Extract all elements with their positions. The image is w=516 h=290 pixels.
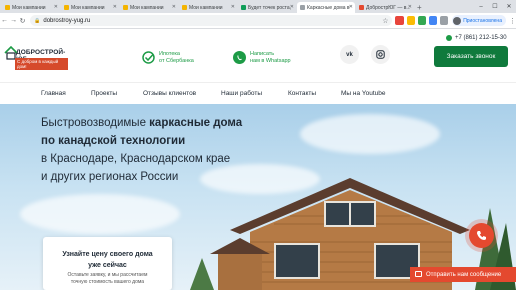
extension-icon[interactable] [440, 16, 449, 25]
cloud-decoration [20, 194, 180, 234]
logo[interactable]: ДОБРОСТРОЙ-ЮГ С добром в каждый дом! [4, 46, 68, 70]
browser-tab[interactable]: Мои кампании ✕ [120, 2, 178, 13]
forward-icon[interactable]: → [9, 17, 18, 24]
close-icon[interactable]: ✕ [349, 4, 353, 10]
tab-favicon-icon [182, 5, 187, 10]
close-icon[interactable]: ✕ [408, 4, 412, 10]
nav-item-our-works[interactable]: Наши работы [221, 90, 262, 97]
minimize-icon[interactable]: – [474, 0, 488, 13]
close-icon[interactable]: ✕ [290, 4, 294, 10]
browser-tab[interactable]: Будет точек роста, и...✕ [238, 2, 296, 13]
extension-icon[interactable] [406, 16, 415, 25]
nav-item-home[interactable]: Главная [41, 90, 66, 97]
tab-favicon-icon [359, 5, 364, 10]
url-text: dobrostroy-yug.ru [43, 17, 91, 24]
new-tab-button[interactable]: + [417, 2, 422, 13]
extension-icon[interactable] [395, 16, 404, 25]
browser-tab-active[interactable]: Каркасные дома в Б...✕ [297, 2, 355, 13]
back-icon[interactable]: ← [0, 17, 9, 24]
phone-number[interactable]: +7 (861) 212-15-30 [446, 35, 507, 41]
tab-favicon-icon [123, 5, 128, 10]
send-message-button[interactable]: Отправить нам сообщение [410, 267, 516, 282]
close-icon[interactable]: ✕ [172, 4, 176, 10]
browser-tab[interactable]: Мои кампании ✕ [2, 2, 60, 13]
form-subtitle: Оставьте заявку, и мы рассчитаем точную … [67, 272, 148, 285]
extension-icon[interactable] [417, 16, 426, 25]
order-call-button[interactable]: Заказать звонок [434, 46, 508, 67]
callback-phone-button[interactable] [469, 223, 494, 248]
maximize-icon[interactable]: ☐ [488, 0, 502, 13]
whatsapp-icon [233, 51, 246, 64]
close-window-icon[interactable]: ✕ [502, 0, 516, 13]
main-nav: Главная Проекты Отзывы клиентов Наши раб… [0, 82, 516, 104]
site-header: ДОБРОСТРОЙ-ЮГ С добром в каждый дом! Ипо… [0, 30, 516, 82]
cloud-decoration [300, 114, 440, 154]
sberbank-icon [142, 51, 155, 64]
hero-title: Быстровозводимые каркасные дома по канад… [41, 117, 243, 183]
window-controls: – ☐ ✕ [474, 0, 516, 13]
hero-section: Быстровозводимые каркасные дома по канад… [0, 104, 516, 290]
logo-tagline: С добром в каждый дом! [15, 58, 68, 70]
browser-tab[interactable]: Мои кампании ✕ [61, 2, 119, 13]
close-icon[interactable]: ✕ [231, 4, 235, 10]
menu-icon[interactable]: ⋮ [509, 17, 516, 25]
price-request-card: Узнайте цену своего дома уже сейчас Оста… [43, 237, 172, 290]
profile-button[interactable]: Приостановлена [452, 15, 506, 26]
nav-item-projects[interactable]: Проекты [91, 90, 117, 97]
tab-favicon-icon [5, 5, 10, 10]
tab-favicon-icon [64, 5, 69, 10]
tab-favicon-icon [241, 5, 246, 10]
address-bar[interactable]: 🔒 dobrostroy-yug.ru ☆ [30, 15, 393, 26]
phone-icon [446, 35, 452, 41]
phone-icon [477, 231, 486, 240]
envelope-icon [415, 271, 422, 277]
form-title: Узнайте цену своего дома уже сейчас [62, 251, 153, 269]
nav-item-youtube[interactable]: Мы на Youtube [341, 90, 386, 97]
browser-tab[interactable]: ДобрострЮГ — в... ✕ [356, 2, 414, 13]
browser-toolbar: ← → ↻ 🔒 dobrostroy-yug.ru ☆ Приостановле… [0, 13, 516, 29]
whatsapp-link[interactable]: Написать нам в Whatsapp [233, 51, 291, 64]
close-icon[interactable]: ✕ [113, 4, 117, 10]
tab-favicon-icon [300, 5, 305, 10]
browser-tab[interactable]: Мои кампании ✕ [179, 2, 237, 13]
lock-icon[interactable]: 🔒 [34, 18, 40, 24]
browser-tab-strip: Мои кампании ✕ Мои кампании ✕ Мои кампании… [0, 0, 516, 13]
vk-icon[interactable]: vk [340, 45, 359, 64]
instagram-icon[interactable] [371, 45, 390, 64]
sber-mortgage-link[interactable]: Ипотека от Сбербанка [142, 51, 194, 64]
extension-icon[interactable] [428, 16, 438, 25]
close-icon[interactable]: ✕ [54, 4, 58, 10]
nav-item-contacts[interactable]: Контакты [288, 90, 316, 97]
bookmark-star-icon[interactable]: ☆ [382, 17, 388, 25]
avatar [453, 16, 462, 25]
reload-icon[interactable]: ↻ [18, 17, 27, 25]
nav-item-reviews[interactable]: Отзывы клиентов [143, 90, 196, 97]
